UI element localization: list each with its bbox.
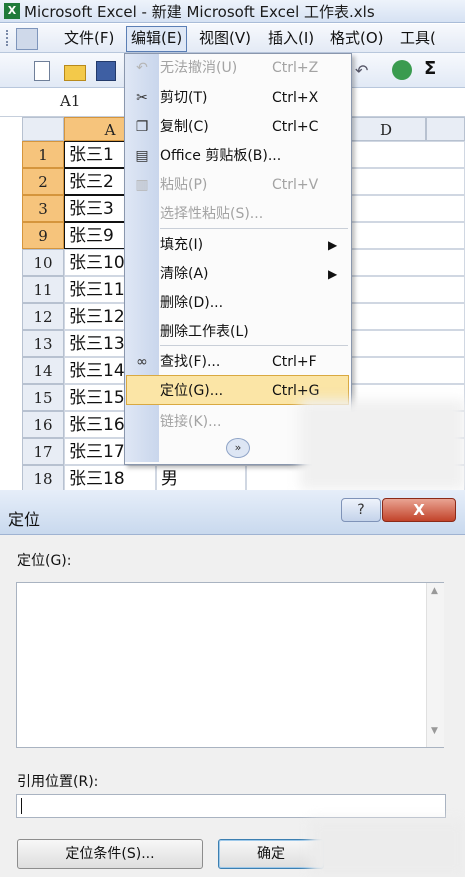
goto-listbox[interactable] [16,582,444,748]
column-header-d[interactable]: D [346,117,426,141]
menu-shortcut: Ctrl+C [272,119,319,135]
submenu-arrow-icon: ▶ [328,267,338,281]
menu-shortcut: Ctrl+F [272,354,317,370]
menu-item[interactable]: 剪切(T) [160,84,207,112]
scissors-icon: ✂ [136,90,148,106]
menu-tools[interactable]: 工具( [396,26,440,50]
menu-item[interactable]: Office 剪贴板(B)... [160,142,281,170]
row-header[interactable]: 16 [22,411,64,438]
menu-separator [160,228,348,229]
copy-icon: ❐ [135,119,149,135]
select-all-corner[interactable] [22,117,64,141]
document-icon[interactable] [16,28,38,50]
close-button[interactable]: X [382,498,456,522]
row-header[interactable]: 17 [22,438,64,465]
menu-shortcut: Ctrl+X [272,90,319,106]
help-button[interactable]: ? [341,498,381,522]
menu-item: 粘贴(P) [160,177,208,193]
menu-file[interactable]: 文件(F) [60,26,118,50]
scroll-down-icon[interactable]: ▼ [426,726,443,744]
submenu-arrow-icon: ▶ [328,238,338,252]
row-header[interactable]: 2 [22,168,64,195]
menu-insert[interactable]: 插入(I) [264,26,318,50]
cell-b[interactable]: 男 [156,465,246,492]
menu-item: 选择性粘贴(S)... [160,206,264,222]
new-icon[interactable] [34,61,50,81]
open-icon[interactable] [64,65,86,81]
menu-item[interactable]: 填充(I) [160,231,203,259]
expand-menu-icon[interactable]: » [226,438,250,458]
paste-icon: ▥ [135,177,149,193]
menu-view[interactable]: 视图(V) [195,26,255,50]
goto-scrollbar[interactable] [426,583,444,747]
row-header[interactable]: 15 [22,384,64,411]
goto-label: 定位(G): [17,553,72,569]
menu-item: 链接(K)... [160,414,222,430]
text-caret [21,798,22,814]
clipboard-icon: ▤ [135,148,149,164]
menu-item: 无法撤消(U) [160,60,238,76]
binoculars-icon: ∞ [136,354,148,370]
row-header[interactable]: 3 [22,195,64,222]
menu-item[interactable]: 复制(C) [160,113,209,141]
row-header[interactable]: 13 [22,330,64,357]
dialog-title: 定位 [8,510,41,529]
undo-icon: ↶ [136,60,148,76]
excel-app-icon: X [4,3,20,19]
name-box[interactable]: A1 [60,92,80,110]
blur-patch [310,820,465,877]
menu-item[interactable]: 查找(F)... [160,348,220,376]
row-header[interactable]: 1 [22,141,64,168]
sigma-icon[interactable]: Σ [424,58,436,79]
column-header-e[interactable] [426,117,465,141]
blur-patch [300,400,465,490]
menu-shortcut: Ctrl+Z [272,60,319,76]
menu-shortcut: Ctrl+V [272,177,319,193]
menu-edit[interactable]: 编辑(E) [126,26,188,52]
menu-format[interactable]: 格式(O) [326,26,388,50]
reference-label: 引用位置(R): [17,774,99,790]
window-title: Microsoft Excel - 新建 Microsoft Excel 工作表… [24,3,375,21]
row-header[interactable]: 10 [22,249,64,276]
row-header[interactable]: 14 [22,357,64,384]
undo-icon[interactable]: ↶ [355,61,368,80]
row-header[interactable]: 12 [22,303,64,330]
goto-special-button[interactable]: 定位条件(S)... [17,839,203,869]
menu-item[interactable]: 删除工作表(L) [160,318,249,346]
save-icon[interactable] [96,61,116,81]
row-header[interactable]: 9 [22,222,64,249]
people-icon[interactable] [392,60,412,80]
scroll-up-icon[interactable]: ▲ [426,586,443,604]
ok-button[interactable]: 确定 [218,839,324,869]
menubar-grip[interactable] [6,30,11,46]
row-header[interactable]: 11 [22,276,64,303]
cell-a[interactable]: 张三18 [64,465,156,492]
row-header[interactable]: 18 [22,465,64,492]
menu-item[interactable]: 清除(A) [160,260,209,288]
menu-item[interactable]: 定位(G)... [160,377,223,405]
reference-input[interactable] [16,794,446,818]
menu-item[interactable]: 删除(D)... [160,289,223,317]
